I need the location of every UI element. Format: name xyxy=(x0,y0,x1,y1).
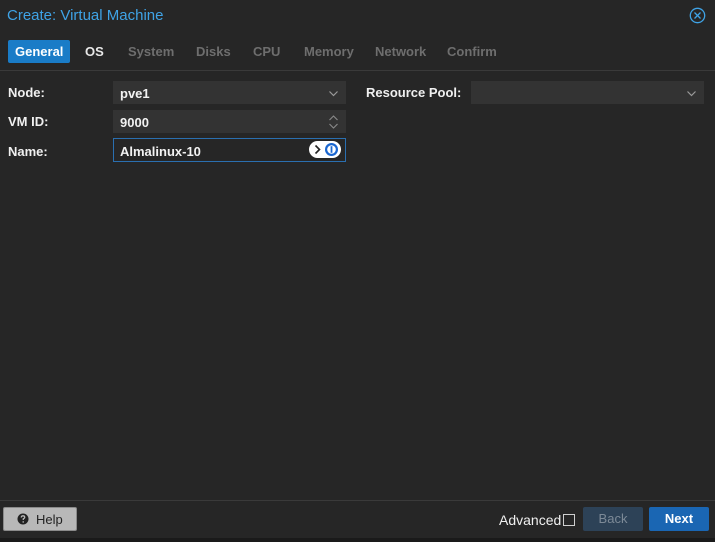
node-label: Node: xyxy=(8,85,45,100)
resource-pool-label: Resource Pool: xyxy=(366,85,462,100)
dialog-footer: Help Advanced Back Next xyxy=(0,500,715,539)
resource-pool-select[interactable] xyxy=(471,81,704,104)
dialog-title: Create: Virtual Machine xyxy=(7,7,164,24)
node-value: pve1 xyxy=(120,86,150,101)
node-select[interactable]: pve1 xyxy=(113,81,346,104)
vmid-value: 9000 xyxy=(120,115,149,130)
advanced-label: Advanced xyxy=(499,512,562,528)
tab-confirm: Confirm xyxy=(447,44,497,59)
name-value: Almalinux-10 xyxy=(120,144,201,159)
tab-cpu: CPU xyxy=(253,44,281,59)
back-button[interactable]: Back xyxy=(583,507,643,531)
tab-memory: Memory xyxy=(304,44,354,59)
tab-system: System xyxy=(128,44,175,59)
name-input[interactable]: Almalinux-10 xyxy=(113,138,346,162)
next-button[interactable]: Next xyxy=(649,507,709,531)
close-icon[interactable] xyxy=(689,7,706,24)
chevron-down-icon[interactable] xyxy=(328,88,339,99)
advanced-checkbox[interactable] xyxy=(563,514,575,526)
name-label: Name: xyxy=(8,144,48,159)
create-vm-dialog: Create: Virtual Machine General OS Syste… xyxy=(0,0,715,539)
chevron-down-icon[interactable] xyxy=(686,88,697,99)
spinner-arrows-icon[interactable] xyxy=(328,113,339,131)
tab-os[interactable]: OS xyxy=(78,40,111,63)
help-label: Help xyxy=(36,512,63,527)
vmid-label: VM ID: xyxy=(8,114,49,129)
vmid-spinner[interactable]: 9000 xyxy=(113,110,346,133)
dialog-titlebar: Create: Virtual Machine xyxy=(0,0,715,32)
tab-general[interactable]: General xyxy=(8,40,71,63)
password-manager-icon xyxy=(325,143,338,156)
background-strip xyxy=(0,538,715,542)
chevron-right-icon xyxy=(314,144,321,155)
password-manager-widget[interactable] xyxy=(309,141,341,158)
question-circle-icon xyxy=(17,513,29,525)
wizard-tabs: General OS System Disks CPU Memory Netwo… xyxy=(0,38,715,71)
tab-network: Network xyxy=(375,44,427,59)
tab-disks: Disks xyxy=(196,44,231,59)
help-button[interactable]: Help xyxy=(3,507,77,531)
